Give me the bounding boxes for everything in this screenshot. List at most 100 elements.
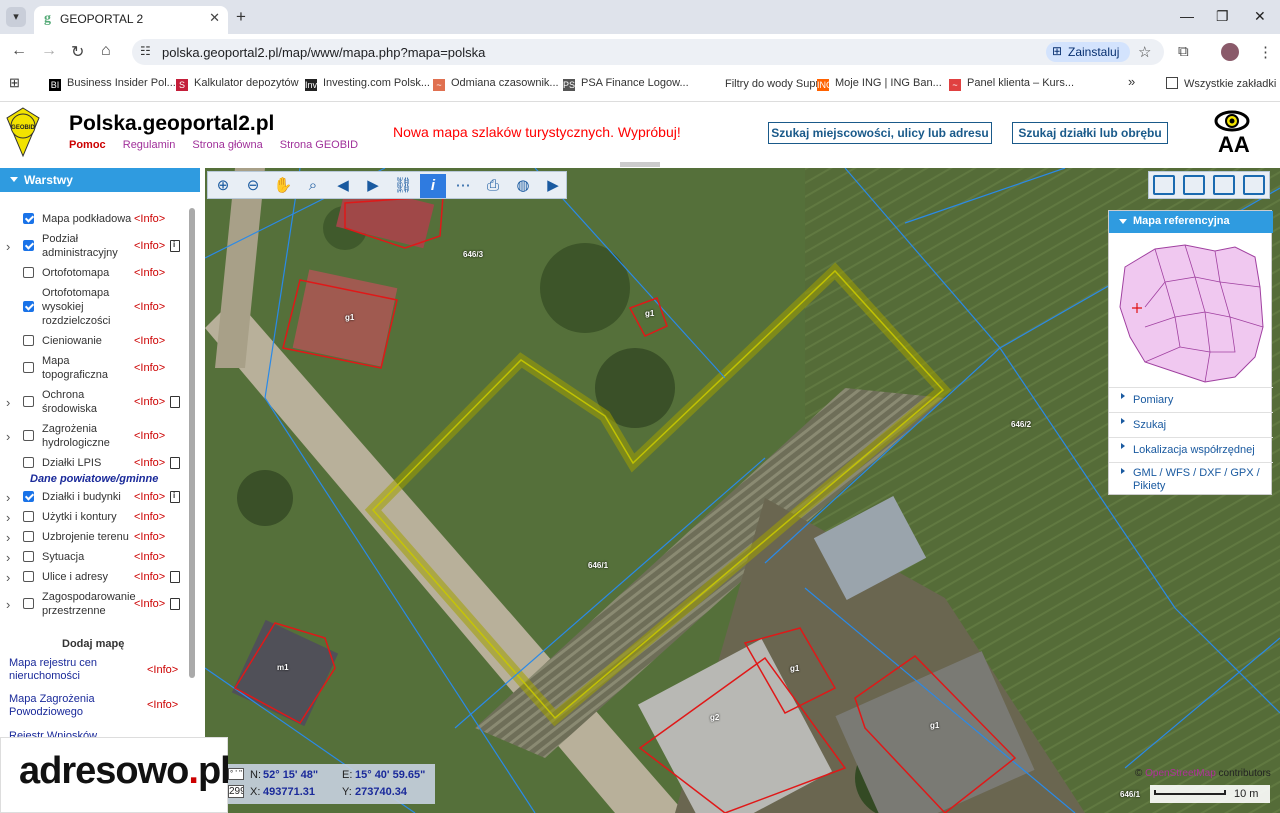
close-tab-icon[interactable]: ✕ xyxy=(209,10,220,26)
apps-grid-icon[interactable]: ⊞ xyxy=(9,75,20,91)
layer-info-link[interactable]: <Info> xyxy=(134,511,165,523)
promo-link[interactable]: Nowa mapa szlaków turystycznych. Wypróbu… xyxy=(393,124,681,140)
next-extent-icon[interactable]: ▶ xyxy=(360,174,386,198)
bookmark-star-icon[interactable]: ☆ xyxy=(1138,43,1151,61)
szukaj-item[interactable]: Szukaj xyxy=(1109,412,1273,437)
link-pomoc[interactable]: Pomoc xyxy=(69,139,106,151)
layer-info-link[interactable]: <Info> xyxy=(134,362,165,374)
profile-avatar[interactable] xyxy=(1221,43,1239,61)
add-map-zagrozenia[interactable]: Mapa Zagrożenia Powodziowego xyxy=(9,693,129,719)
header-splitter-handle[interactable] xyxy=(620,162,660,167)
expand-chevron-icon[interactable]: › xyxy=(6,239,10,254)
install-button[interactable]: ⊞ Zainstaluj xyxy=(1046,42,1130,62)
pan-hand-icon[interactable]: ✋ xyxy=(270,174,296,198)
layout-arrow-icon[interactable] xyxy=(1213,175,1235,195)
layer-document-icon[interactable] xyxy=(170,457,180,469)
layer-info-link[interactable]: <Info> xyxy=(134,213,165,225)
info-tool-icon[interactable]: i xyxy=(420,174,446,198)
bookmark-item[interactable]: BI Business Insider Pol... xyxy=(49,77,176,91)
globe-icon[interactable]: ◍ xyxy=(510,174,536,198)
link-icon[interactable]: ⛓ xyxy=(390,174,416,198)
add-map-rejestr-cen[interactable]: Mapa rejestru cen nieruchomości xyxy=(9,657,129,683)
layer-info-link[interactable]: <Info> xyxy=(134,430,165,442)
site-info-icon[interactable]: ☷ xyxy=(140,44,151,58)
layer-info-link[interactable]: <Info> xyxy=(134,240,165,252)
font-size-toggle[interactable]: AA xyxy=(1218,132,1250,158)
minimize-icon[interactable]: — xyxy=(1180,8,1194,24)
layer-checkbox[interactable] xyxy=(23,362,34,373)
add-map-rejestr-cen-info[interactable]: <Info> xyxy=(147,664,178,676)
layer-checkbox[interactable] xyxy=(23,531,34,542)
layer-info-link[interactable]: <Info> xyxy=(134,396,165,408)
add-map-zagrozenia-info[interactable]: <Info> xyxy=(147,699,178,711)
layer-checkbox[interactable] xyxy=(23,551,34,562)
contrast-eye-icon[interactable] xyxy=(1214,110,1250,132)
layer-checkbox[interactable] xyxy=(23,240,34,251)
bookmark-item[interactable]: PSAPSA Finance Logow... xyxy=(563,77,689,91)
layer-document-icon[interactable] xyxy=(170,571,180,583)
layer-checkbox[interactable] xyxy=(23,335,34,346)
layer-info-link[interactable]: <Info> xyxy=(134,531,165,543)
link-strona-geobid[interactable]: Strona GEOBID xyxy=(280,139,358,151)
layer-info-link[interactable]: <Info> xyxy=(134,571,165,583)
expand-chevron-icon[interactable]: › xyxy=(6,395,10,410)
expand-chevron-icon[interactable]: › xyxy=(6,550,10,565)
layer-checkbox[interactable] xyxy=(23,511,34,522)
browser-tab[interactable]: g GEOPORTAL 2 ✕ xyxy=(34,6,228,34)
link-strona-glowna[interactable]: Strona główna xyxy=(192,139,262,151)
layer-checkbox[interactable] xyxy=(23,213,34,224)
close-window-icon[interactable]: ✕ xyxy=(1254,8,1266,25)
layer-document-icon[interactable] xyxy=(170,396,180,408)
bookmark-item[interactable]: ~ Odmiana czasownik... xyxy=(433,77,559,91)
layer-document-icon[interactable] xyxy=(170,240,180,252)
layer-checkbox[interactable] xyxy=(23,267,34,278)
layer-checkbox[interactable] xyxy=(23,571,34,582)
layer-document-icon[interactable] xyxy=(170,491,180,503)
site-title[interactable]: Polska.geoportal2.pl xyxy=(69,112,274,136)
expand-chevron-icon[interactable]: › xyxy=(6,490,10,505)
zoom-in-icon[interactable]: ⊕ xyxy=(210,174,236,198)
bookmark-item[interactable]: ~ Panel klienta – Kurs... xyxy=(949,77,1074,91)
extensions-icon[interactable]: ⧉ xyxy=(1178,43,1189,60)
reference-map-poland[interactable] xyxy=(1115,237,1265,385)
forward-icon[interactable]: → xyxy=(41,42,57,60)
layout-top-icon[interactable] xyxy=(1153,175,1175,195)
layer-info-link[interactable]: <Info> xyxy=(134,551,165,563)
more-bookmarks-icon[interactable]: » xyxy=(1128,74,1135,89)
expand-chevron-icon[interactable]: › xyxy=(6,429,10,444)
bookmark-item[interactable]: Inv Investing.com Polsk... xyxy=(305,77,430,91)
layer-checkbox[interactable] xyxy=(23,598,34,609)
lokalizacja-item[interactable]: Lokalizacja współrzędnej xyxy=(1109,437,1273,462)
bookmark-item[interactable]: Filtry do wody Supr... xyxy=(707,77,828,90)
reference-map-header[interactable]: Mapa referencyjna xyxy=(1109,211,1273,233)
pomiary-item[interactable]: Pomiary xyxy=(1109,387,1273,412)
layer-checkbox[interactable] xyxy=(23,430,34,441)
measure-icon[interactable]: ⋯ xyxy=(450,174,476,198)
layer-checkbox[interactable] xyxy=(23,301,34,312)
layer-checkbox[interactable] xyxy=(23,457,34,468)
expand-chevron-icon[interactable]: › xyxy=(6,510,10,525)
bookmark-item[interactable]: S Kalkulator depozytów xyxy=(176,77,299,91)
maximize-icon[interactable]: ❐ xyxy=(1216,8,1229,25)
osm-link[interactable]: OpenStreetMap xyxy=(1145,768,1216,779)
search-parcel-button[interactable]: Szukaj działki lub obrębu xyxy=(1012,122,1168,144)
search-address-button[interactable]: Szukaj miejscowości, ulicy lub adresu xyxy=(768,122,992,144)
layer-document-icon[interactable] xyxy=(170,598,180,610)
print-icon[interactable]: ⎙ xyxy=(480,174,506,198)
layer-info-link[interactable]: <Info> xyxy=(134,267,165,279)
previous-extent-icon[interactable]: ◀ xyxy=(330,174,356,198)
home-icon[interactable]: ⌂ xyxy=(101,42,111,60)
address-bar[interactable]: ☷ polska.geoportal2.pl/map/www/mapa.php?… xyxy=(132,39,1164,65)
back-icon[interactable]: ← xyxy=(11,42,27,60)
layer-checkbox[interactable] xyxy=(23,491,34,502)
link-regulamin[interactable]: Regulamin xyxy=(123,139,176,151)
menu-kebab-icon[interactable]: ⋮ xyxy=(1258,43,1273,61)
video-icon[interactable]: ▶ xyxy=(540,174,566,198)
new-tab-icon[interactable]: + xyxy=(236,7,246,27)
layers-panel-header[interactable]: Warstwy xyxy=(0,168,200,192)
tab-search-icon[interactable]: ▾ xyxy=(6,7,26,27)
reload-icon[interactable]: ↻ xyxy=(71,42,84,62)
sidebar-scrollbar[interactable] xyxy=(189,208,195,678)
layer-info-link[interactable]: <Info> xyxy=(134,598,165,610)
layer-info-link[interactable]: <Info> xyxy=(134,301,165,313)
